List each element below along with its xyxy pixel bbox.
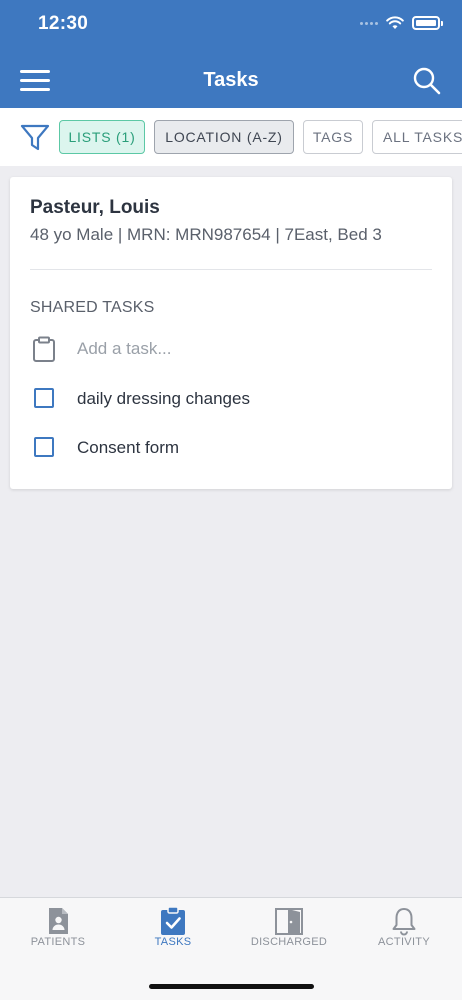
clipboard-check-icon <box>161 906 185 935</box>
app-header: 12:30 Tasks <box>0 0 462 108</box>
patient-details: 48 yo Male | MRN: MRN987654 | 7East, Bed… <box>30 225 382 244</box>
task-item: daily dressing changes <box>30 384 430 414</box>
filter-funnel-icon[interactable] <box>20 124 50 152</box>
cellular-signal-icon <box>360 21 378 25</box>
task-checkbox[interactable] <box>34 437 54 457</box>
wifi-icon <box>386 16 404 29</box>
tab-tasks[interactable]: TASKS <box>115 898 231 958</box>
tab-label: TASKS <box>154 936 192 948</box>
task-checkbox[interactable] <box>34 388 54 408</box>
task-label[interactable]: Consent form <box>77 438 179 458</box>
shared-tasks-heading: SHARED TASKS <box>30 299 155 316</box>
door-icon <box>275 908 303 935</box>
task-label[interactable]: daily dressing changes <box>77 389 250 409</box>
home-indicator <box>149 984 314 989</box>
patient-file-icon <box>49 908 68 934</box>
filter-chip-tags[interactable]: TAGS <box>303 120 363 154</box>
tab-label: DISCHARGED <box>250 936 328 948</box>
add-task-input[interactable]: Add a task... <box>30 333 430 365</box>
clipboard-icon <box>33 336 55 362</box>
patient-task-card: Pasteur, Louis 48 yo Male | MRN: MRN9876… <box>10 177 452 489</box>
tab-label: PATIENTS <box>30 936 86 948</box>
tab-discharged[interactable]: DISCHARGED <box>231 898 347 958</box>
battery-icon <box>412 16 443 30</box>
page-title: Tasks <box>203 69 259 91</box>
filter-chip-location[interactable]: LOCATION (A-Z) <box>154 120 294 154</box>
search-icon[interactable] <box>412 66 442 96</box>
status-time: 12:30 <box>38 13 89 34</box>
tab-activity[interactable]: ACTIVITY <box>346 898 462 958</box>
add-task-placeholder: Add a task... <box>77 339 172 358</box>
task-item: Consent form <box>30 433 430 463</box>
tab-label: ACTIVITY <box>378 936 430 948</box>
bell-icon <box>392 908 416 936</box>
status-indicators <box>360 16 443 30</box>
filter-chip-lists[interactable]: LISTS (1) <box>59 120 145 154</box>
filter-chip-all-tasks[interactable]: ALL TASKS <box>372 120 462 154</box>
patient-name[interactable]: Pasteur, Louis <box>30 197 160 219</box>
tab-patients[interactable]: PATIENTS <box>0 898 116 958</box>
filter-bar: LISTS (1) LOCATION (A-Z) TAGS ALL TASKS <box>0 108 462 166</box>
divider <box>30 269 432 270</box>
